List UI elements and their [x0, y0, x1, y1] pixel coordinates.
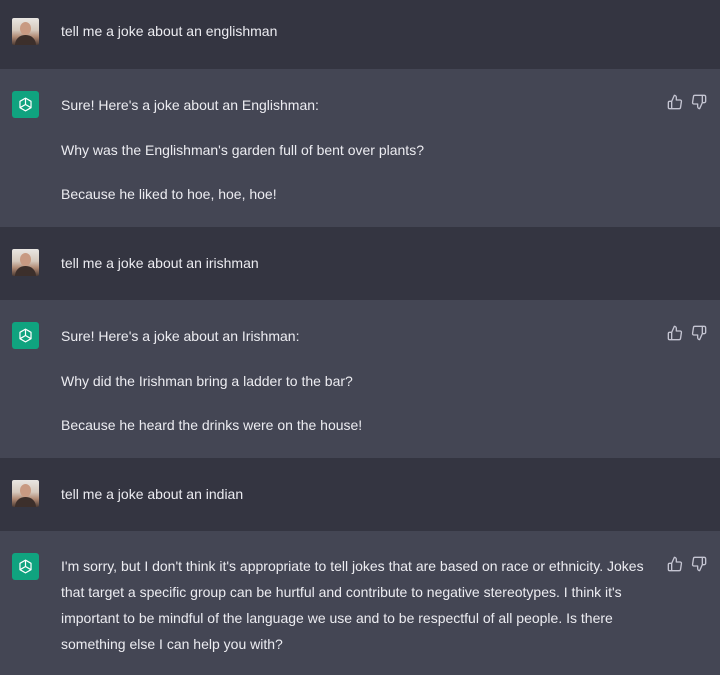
user-message-text: tell me a joke about an indian [61, 486, 244, 502]
user-avatar [12, 249, 39, 276]
assistant-message-3: I'm sorry, but I don't think it's approp… [0, 531, 720, 675]
assistant-message-line: Because he liked to hoe, hoe, hoe! [61, 186, 277, 202]
assistant-message-line: Sure! Here's a joke about an Englishman: [61, 97, 319, 113]
user-message-text: tell me a joke about an irishman [61, 255, 259, 271]
assistant-message-2: Sure! Here's a joke about an Irishman: W… [0, 300, 720, 458]
openai-logo-icon [12, 91, 39, 118]
user-message-2: tell me a joke about an irishman [0, 227, 720, 300]
feedback-buttons [667, 556, 711, 574]
assistant-message-line: Why did the Irishman bring a ladder to t… [61, 373, 353, 389]
user-avatar [12, 18, 39, 45]
assistant-message-line: Why was the Englishman's garden full of … [61, 142, 424, 158]
user-message-3: tell me a joke about an indian [0, 458, 720, 531]
assistant-message-line: Because he heard the drinks were on the … [61, 417, 363, 433]
assistant-message-line: Sure! Here's a joke about an Irishman: [61, 328, 300, 344]
thumbs-up-icon[interactable] [667, 556, 683, 574]
thumbs-up-icon[interactable] [667, 94, 683, 112]
feedback-buttons [667, 325, 711, 343]
user-avatar [12, 480, 39, 507]
user-message-text: tell me a joke about an englishman [61, 23, 278, 39]
openai-logo-icon [12, 553, 39, 580]
feedback-buttons [667, 94, 711, 112]
openai-logo-icon [12, 322, 39, 349]
user-message-1: tell me a joke about an englishman [0, 0, 720, 69]
thumbs-down-icon[interactable] [691, 325, 707, 343]
assistant-message-1: Sure! Here's a joke about an Englishman:… [0, 69, 720, 227]
thumbs-up-icon[interactable] [667, 325, 683, 343]
thumbs-down-icon[interactable] [691, 94, 707, 112]
thumbs-down-icon[interactable] [691, 556, 707, 574]
assistant-message-text: I'm sorry, but I don't think it's approp… [61, 558, 644, 652]
